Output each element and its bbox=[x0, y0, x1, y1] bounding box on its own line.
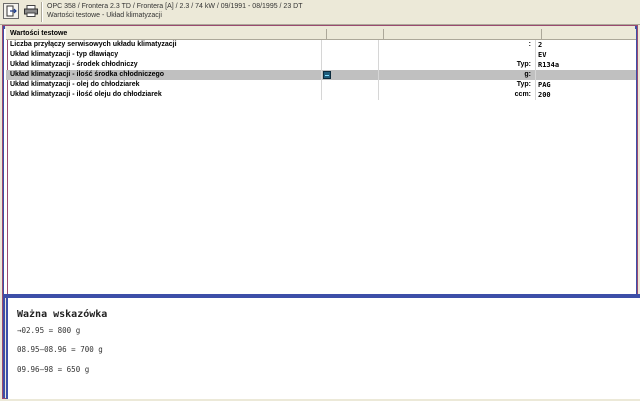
breadcrumb: Wartości testowe - Układ klimatyzacji bbox=[47, 12, 162, 19]
row-value: 200 bbox=[538, 91, 551, 99]
row-label: Układ klimatyzacji - olej do chłodziarek bbox=[6, 80, 322, 90]
row-unit: g: bbox=[379, 70, 536, 80]
row-value bbox=[536, 70, 636, 80]
row-label: Układ klimatyzacji - ilość oleju do chło… bbox=[6, 90, 322, 100]
row-unit: ccm: bbox=[379, 90, 536, 100]
exit-door-icon bbox=[6, 5, 17, 17]
row-unit: Typ: bbox=[379, 60, 536, 70]
row-unit bbox=[379, 50, 536, 60]
row-spacer bbox=[322, 80, 379, 90]
table-row[interactable]: Liczba przyłączy serwisowych układu klim… bbox=[6, 40, 636, 50]
table-row[interactable]: Układ klimatyzacji - olej do chłodziarek… bbox=[6, 80, 636, 90]
row-value: PAG bbox=[538, 81, 551, 89]
row-unit: Typ: bbox=[379, 80, 536, 90]
vehicle-line: OPC 358 / Frontera 2.3 TD / Frontera [A]… bbox=[47, 3, 303, 10]
row-spacer bbox=[322, 60, 379, 70]
hint-panel: Ważna wskazówka →02.95 = 800 g 08.95–08.… bbox=[6, 298, 640, 399]
printer-icon bbox=[24, 5, 38, 17]
hint-line: 08.95–08.96 = 700 g bbox=[17, 345, 103, 354]
row-spacer bbox=[322, 50, 379, 60]
row-label: Liczba przyłączy serwisowych układu klim… bbox=[6, 40, 322, 50]
row-value: 2 bbox=[538, 41, 543, 49]
row-spacer bbox=[322, 90, 379, 100]
row-label-text: Układ klimatyzacji - ilość środka chłodn… bbox=[10, 71, 165, 78]
table-row[interactable]: Układ klimatyzacji - typ dławiący EV bbox=[6, 50, 636, 60]
table-row[interactable]: Układ klimatyzacji - ilość oleju do chło… bbox=[6, 90, 636, 100]
column-header-unit[interactable] bbox=[384, 29, 542, 39]
row-value: R134a bbox=[538, 61, 560, 69]
print-button[interactable] bbox=[23, 3, 39, 19]
table-row-selected[interactable]: Układ klimatyzacji - ilość środka chłodn… bbox=[6, 70, 636, 80]
column-header-name[interactable]: Wartości testowe bbox=[6, 29, 327, 39]
row-label: Układ klimatyzacji - środek chłodniczy bbox=[6, 60, 322, 70]
vehicle-info: OPC 358 / Frontera 2.3 TD / Frontera [A]… bbox=[47, 2, 303, 20]
test-values-table: Wartości testowe Liczba przyłączy serwis… bbox=[6, 29, 636, 100]
row-label: Układ klimatyzacji - ilość środka chłodn… bbox=[6, 70, 331, 80]
hint-line: →02.95 = 800 g bbox=[17, 326, 81, 335]
exit-button[interactable] bbox=[3, 3, 19, 19]
column-header-value[interactable] bbox=[542, 29, 636, 39]
row-value: EV bbox=[538, 51, 547, 59]
hint-title: Ważna wskazówka bbox=[17, 309, 108, 320]
table-header: Wartości testowe bbox=[6, 29, 636, 40]
table-row[interactable]: Układ klimatyzacji - środek chłodniczy T… bbox=[6, 60, 636, 70]
hint-line: 09.96–98 = 650 g bbox=[17, 365, 90, 374]
column-header-2[interactable] bbox=[327, 29, 384, 39]
hint-note-icon[interactable] bbox=[323, 71, 331, 79]
row-spacer bbox=[322, 40, 379, 50]
row-unit: : bbox=[379, 40, 536, 50]
row-label: Układ klimatyzacji - typ dławiący bbox=[6, 50, 322, 60]
toolbar: OPC 358 / Frontera 2.3 TD / Frontera [A]… bbox=[0, 0, 640, 25]
toolbar-separator bbox=[41, 2, 43, 22]
